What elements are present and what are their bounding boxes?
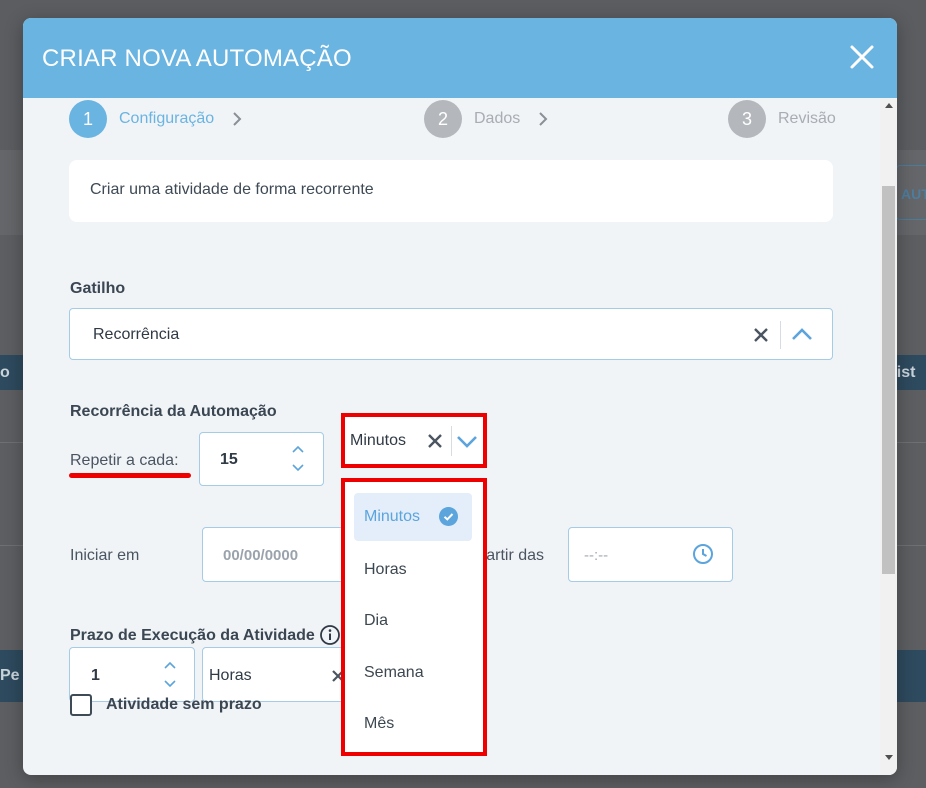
recurrence-unit-value[interactable]: Minutos <box>350 432 406 450</box>
check-circle-icon <box>439 507 458 526</box>
trigger-label: Gatilho <box>70 280 126 297</box>
background-text-left: o <box>0 364 10 381</box>
clear-icon[interactable] <box>427 433 443 449</box>
dropdown-option-horas[interactable]: Horas <box>354 546 472 594</box>
step-configuracao[interactable]: 1 Configuração <box>69 100 242 138</box>
chevron-right-icon <box>233 112 242 126</box>
trigger-select[interactable]: Recorrência <box>69 308 833 360</box>
repeat-value: 15 <box>220 451 238 468</box>
trigger-value: Recorrência <box>93 326 180 343</box>
background-button: AUT <box>896 165 926 220</box>
dropdown-option-semana[interactable]: Semana <box>354 649 472 697</box>
chevron-down-icon[interactable] <box>456 435 478 449</box>
step-label: Revisão <box>778 110 836 127</box>
repeat-stepper[interactable]: 15 <box>199 432 324 486</box>
chevron-up-icon[interactable] <box>292 445 304 453</box>
deadline-unit-value: Horas <box>209 667 252 684</box>
info-icon[interactable] <box>319 624 341 646</box>
start-label: Iniciar em <box>70 547 140 564</box>
option-label: Dia <box>364 612 389 629</box>
chevron-up-icon[interactable] <box>791 327 813 341</box>
step-number: 3 <box>728 100 766 138</box>
clock-icon[interactable] <box>692 543 714 565</box>
deadline-value: 1 <box>91 667 100 684</box>
dropdown-option-dia[interactable]: Dia <box>354 597 472 645</box>
recurrence-unit-select-highlight: Minutos <box>341 413 487 468</box>
close-icon <box>850 45 874 69</box>
recurrence-label: Recorrência da Automação <box>70 403 277 420</box>
background-text-band2: Pe <box>0 667 20 684</box>
description-card: Criar uma atividade de forma recorrente <box>69 160 833 222</box>
dropdown-option-minutos[interactable]: Minutos <box>354 493 472 541</box>
chevron-down-icon[interactable] <box>292 464 304 472</box>
step-label: Dados <box>474 110 521 127</box>
no-deadline-label: Atividade sem prazo <box>106 696 262 713</box>
chevron-up-icon[interactable] <box>164 661 176 669</box>
description-text: Criar uma atividade de forma recorrente <box>90 181 374 198</box>
step-number: 1 <box>69 100 107 138</box>
modal-title: CRIAR NOVA AUTOMAÇÃO <box>42 45 352 72</box>
start-time-input[interactable]: --:-- <box>568 527 733 582</box>
modal-scrollbar[interactable] <box>880 98 897 775</box>
date-placeholder: 00/00/0000 <box>223 547 299 564</box>
clear-icon[interactable] <box>753 327 769 343</box>
dropdown-option-mes[interactable]: Mês <box>354 700 472 748</box>
step-label: Configuração <box>119 110 215 127</box>
option-label: Minutos <box>364 508 421 525</box>
time-placeholder: --:-- <box>584 547 609 564</box>
start-date-input[interactable]: 00/00/0000 <box>202 527 352 582</box>
deadline-unit-select[interactable]: Horas <box>202 647 352 702</box>
chevron-down-icon[interactable] <box>164 680 176 688</box>
no-deadline-checkbox[interactable] <box>70 694 92 716</box>
recurrence-unit-dropdown: Minutos Horas Dia Semana Mês <box>345 482 483 752</box>
step-dados[interactable]: 2 Dados <box>424 100 548 138</box>
step-number: 2 <box>424 100 462 138</box>
scroll-thumb[interactable] <box>882 186 895 574</box>
scroll-down-arrow-icon[interactable] <box>885 755 893 760</box>
modal-header: CRIAR NOVA AUTOMAÇÃO <box>23 18 897 98</box>
option-label: Mês <box>364 715 395 732</box>
close-button[interactable] <box>849 44 875 70</box>
select-divider <box>451 426 452 456</box>
deadline-label: Prazo de Execução da Atividade <box>70 627 315 644</box>
repeat-label: Repetir a cada: <box>70 452 179 469</box>
step-revisao[interactable]: 3 Revisão <box>728 100 836 138</box>
select-divider <box>780 321 781 349</box>
chevron-right-icon <box>539 112 548 126</box>
repeat-underline-annotation <box>69 473 191 478</box>
option-label: Semana <box>364 664 424 681</box>
option-label: Horas <box>364 561 407 578</box>
scroll-up-arrow-icon[interactable] <box>885 103 893 108</box>
